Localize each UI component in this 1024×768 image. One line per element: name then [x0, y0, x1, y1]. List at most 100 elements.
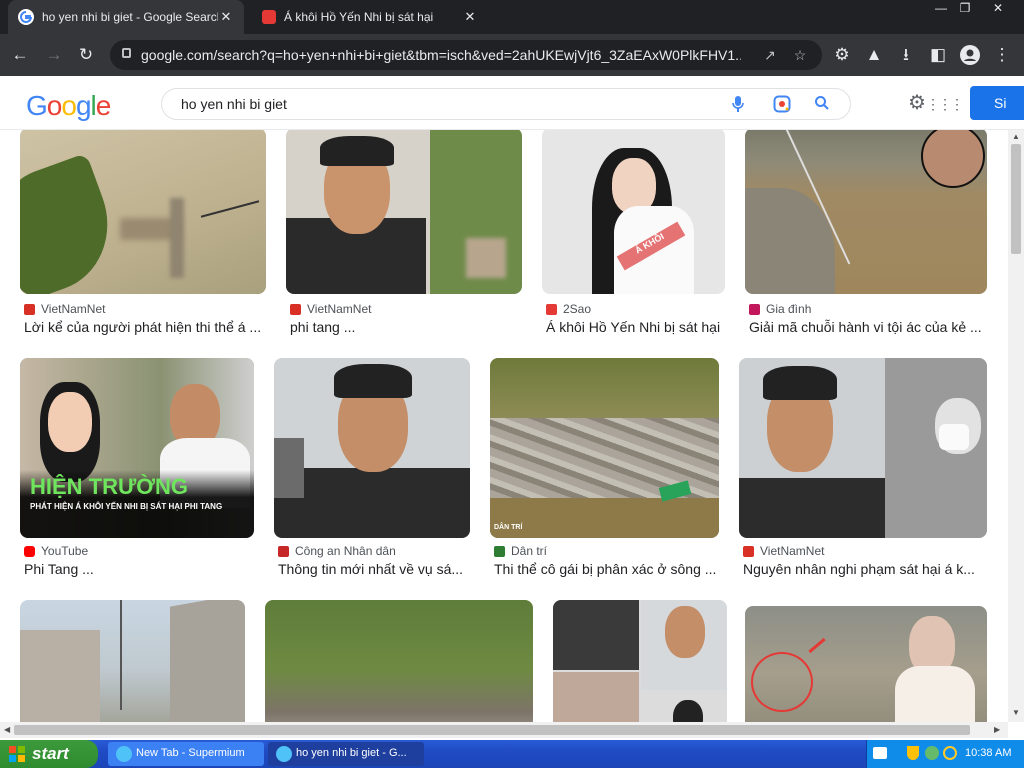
result-thumbnail[interactable]: [20, 600, 245, 722]
labs-flask-icon[interactable]: ▲: [860, 41, 888, 69]
result-thumbnail[interactable]: [745, 606, 987, 722]
taskbar-item-label: New Tab - Supermium: [136, 747, 245, 759]
scroll-left-arrow-icon[interactable]: ◀: [4, 725, 10, 734]
result-thumbnail[interactable]: [286, 130, 522, 294]
tab-google-search[interactable]: ho yen nhi bi giet - Google Search ✕: [8, 0, 244, 34]
horizontal-scroll-thumb[interactable]: [14, 725, 970, 735]
security-shield-icon[interactable]: [907, 746, 919, 760]
result-thumbnail[interactable]: [20, 130, 266, 294]
result-source: VietNamNet: [743, 544, 824, 558]
minimize-button[interactable]: —: [928, 0, 954, 18]
source-name: Gia đình: [766, 302, 812, 316]
search-box[interactable]: ho yen nhi bi giet: [161, 88, 851, 120]
result-caption[interactable]: Phi Tang ...: [24, 561, 254, 577]
result-thumbnail[interactable]: [274, 358, 470, 538]
taskbar-item-label: ho yen nhi bi giet - G...: [296, 747, 407, 759]
vietnamnet-icon: [290, 303, 301, 315]
overlay-subtitle: PHÁT HIỆN Á KHÔI YẾN NHI BỊ SÁT HẠI PHI …: [30, 502, 223, 511]
tab-close-icon[interactable]: ✕: [218, 9, 234, 25]
search-icon[interactable]: [812, 95, 832, 115]
result-caption[interactable]: phi tang ...: [290, 319, 522, 335]
result-thumbnail[interactable]: [739, 358, 987, 538]
vertical-scroll-thumb[interactable]: [1011, 144, 1021, 254]
horizontal-scrollbar[interactable]: ◀ ▶: [0, 722, 1008, 738]
result-thumbnail[interactable]: DÂN TRÍ: [490, 358, 719, 538]
taskbar-item-google-search[interactable]: ho yen nhi bi giet - G...: [268, 742, 424, 766]
keyboard-icon[interactable]: [873, 747, 887, 759]
lens-camera-icon[interactable]: [772, 95, 792, 115]
download-icon[interactable]: ⭳: [892, 41, 920, 69]
taskbar-item-new-tab[interactable]: New Tab - Supermium: [108, 742, 264, 766]
voice-search-mic-icon[interactable]: [728, 95, 748, 115]
system-tray: 10:38 AM: [866, 740, 1024, 768]
result-source: YouTube: [24, 544, 88, 558]
forward-button[interactable]: →: [40, 41, 68, 69]
result-thumbnail[interactable]: HIỆN TRƯỜNG PHÁT HIỆN Á KHÔI YẾN NHI BỊ …: [20, 358, 254, 538]
dantri-icon: [494, 545, 505, 557]
youtube-icon: [24, 545, 35, 557]
google-header: Google ho yen nhi bi giet ⚙⋮⋮⋮ Si: [0, 76, 1024, 130]
bookmark-star-icon[interactable]: ☆: [790, 45, 810, 65]
result-thumbnail[interactable]: [553, 600, 727, 722]
vietnamnet-icon: [743, 545, 754, 557]
back-button[interactable]: ←: [6, 41, 34, 69]
result-source: Gia đình: [749, 302, 811, 316]
scroll-right-arrow-icon[interactable]: ▶: [994, 725, 1000, 734]
source-name: VietNamNet: [760, 544, 825, 558]
scroll-up-arrow-icon[interactable]: ▲: [1012, 132, 1020, 141]
network-icon[interactable]: [925, 746, 939, 760]
lock-icon: [122, 48, 131, 58]
clock[interactable]: 10:38 AM: [965, 747, 1011, 759]
start-button[interactable]: start: [0, 740, 98, 768]
result-caption[interactable]: Lời kể của người phát hiện thi thể á ...: [24, 319, 266, 335]
side-panel-icon[interactable]: ◧: [924, 41, 952, 69]
tab-strip: ho yen nhi bi giet - Google Search ✕ Á k…: [0, 0, 1024, 34]
tab-title: Á khôi Hồ Yến Nhi bị sát hại: [284, 10, 434, 24]
extensions-icon[interactable]: ⚙: [828, 41, 856, 69]
source-name: Dân trí: [511, 544, 548, 558]
scroll-down-arrow-icon[interactable]: ▼: [1012, 708, 1020, 717]
logo-letter: g: [75, 90, 92, 121]
menu-kebab-icon[interactable]: ⋮: [988, 41, 1016, 69]
sign-in-button[interactable]: Si: [970, 86, 1024, 120]
apps-grid-icon: ⋮⋮⋮: [925, 96, 964, 112]
result-source: VietNamNet: [24, 302, 105, 316]
google-favicon-icon: [18, 9, 34, 25]
search-tray-icon[interactable]: [943, 746, 957, 760]
result-source: Dân trí: [494, 544, 547, 558]
logo-letter: e: [95, 90, 112, 121]
logo-letter: o: [61, 90, 77, 121]
supermium-icon: [116, 746, 132, 762]
result-source: 2Sao: [546, 302, 591, 316]
logo-letter: G: [26, 90, 48, 121]
share-icon[interactable]: ↗: [760, 45, 780, 65]
result-thumbnail[interactable]: [265, 600, 533, 722]
source-name: VietNamNet: [41, 302, 106, 316]
image-results-grid: VietNamNet Lời kể của người phát hiện th…: [0, 130, 1008, 722]
result-caption[interactable]: Á khôi Hồ Yến Nhi bị sát hại: [546, 319, 725, 335]
reload-button[interactable]: ↻: [72, 41, 100, 69]
result-caption[interactable]: Nguyên nhân nghi phạm sát hại á k...: [743, 561, 987, 577]
windows-flag-icon: [9, 746, 25, 762]
profile-avatar-icon[interactable]: [956, 41, 984, 69]
source-name: VietNamNet: [307, 302, 372, 316]
close-window-button[interactable]: ✕: [980, 0, 1016, 18]
result-thumbnail[interactable]: Á KHÔI: [542, 130, 725, 294]
restore-button[interactable]: ❐: [952, 0, 978, 18]
settings-gear-icon[interactable]: ⚙⋮⋮⋮: [908, 90, 964, 114]
result-caption[interactable]: Thi thể cô gái bị phân xác ở sông ...: [494, 561, 719, 577]
result-thumbnail[interactable]: [745, 130, 987, 294]
address-bar[interactable]: google.com/search?q=ho+yen+nhi+bi+giet&t…: [110, 40, 822, 70]
result-caption[interactable]: Thông tin mới nhất về vụ sá...: [278, 561, 470, 577]
search-input[interactable]: ho yen nhi bi giet: [181, 96, 287, 112]
address-url[interactable]: google.com/search?q=ho+yen+nhi+bi+giet&t…: [141, 47, 741, 63]
vertical-scrollbar[interactable]: ▲ ▼: [1008, 130, 1024, 722]
tab-article[interactable]: Á khôi Hồ Yến Nhi bị sát hại ✕: [252, 0, 488, 34]
result-caption[interactable]: Giải mã chuỗi hành vi tội ác của kẻ ...: [749, 319, 987, 335]
giadinh-icon: [749, 303, 760, 315]
google-logo[interactable]: Google: [26, 90, 112, 122]
tab-title: ho yen nhi bi giet - Google Search: [42, 10, 218, 24]
tab-close-icon[interactable]: ✕: [462, 9, 478, 25]
result-source: Công an Nhân dân: [278, 544, 396, 558]
source-name: Công an Nhân dân: [295, 544, 396, 558]
